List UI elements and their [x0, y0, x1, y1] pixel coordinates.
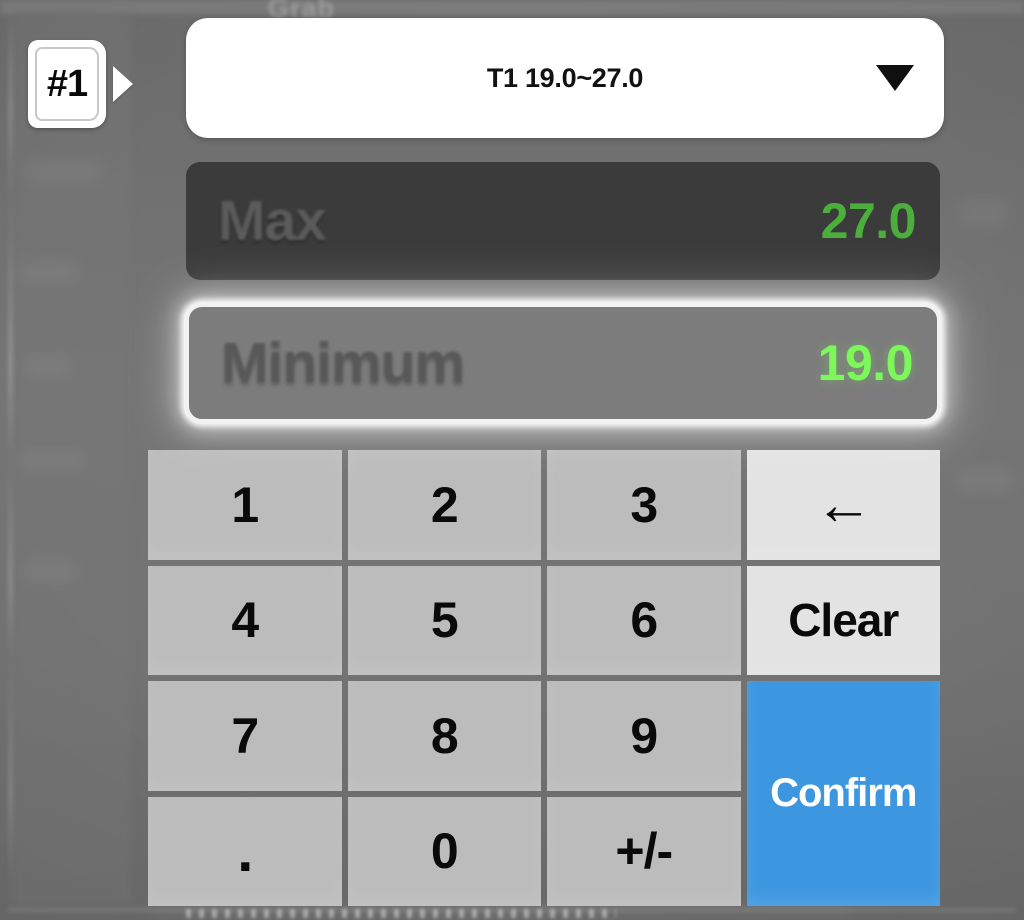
background-blob	[960, 200, 1008, 226]
key-backspace[interactable]: ←	[746, 450, 940, 560]
key-3[interactable]: 3	[547, 450, 741, 560]
chevron-down-icon[interactable]	[876, 65, 914, 91]
triangle-right-icon	[113, 66, 133, 102]
field-minimum-label: Minimum	[221, 331, 465, 395]
key-5-label: 5	[430, 592, 459, 649]
key-confirm-label: Confirm	[770, 771, 917, 815]
key-sign[interactable]: +/-	[547, 796, 741, 906]
key-decimal[interactable]: .	[148, 796, 342, 906]
key-6[interactable]: 6	[547, 565, 741, 675]
backspace-arrow-icon: ←	[814, 471, 873, 537]
key-4[interactable]: 4	[148, 565, 342, 675]
key-clear-label: Clear	[788, 594, 899, 647]
key-7-label: 7	[231, 707, 259, 764]
key-clear[interactable]: Clear	[746, 565, 940, 675]
key-2-label: 2	[430, 476, 459, 533]
key-1-label: 1	[231, 476, 259, 533]
key-0-label: 0	[430, 823, 459, 880]
channel-tab-marker[interactable]: #1	[28, 40, 133, 128]
numeric-entry-overlay: Grab #1 T1 19.0~27.0 Max 27.0 Minimum 19…	[0, 0, 1024, 920]
key-6-label: 6	[630, 592, 658, 649]
key-decimal-label: .	[237, 818, 253, 884]
field-minimum-value: 19.0	[817, 335, 914, 391]
channel-tab-chip[interactable]: #1	[28, 40, 106, 128]
key-0[interactable]: 0	[347, 796, 541, 906]
background-blob	[150, 905, 850, 915]
key-2[interactable]: 2	[347, 450, 541, 560]
key-9[interactable]: 9	[547, 681, 741, 791]
field-minimum[interactable]: Minimum 19.0	[184, 302, 942, 424]
background-blob	[955, 470, 1013, 490]
background-left-rail	[8, 0, 13, 920]
background-blob	[20, 450, 86, 470]
field-max-value: 27.0	[820, 193, 917, 249]
range-select-value: T1 19.0~27.0	[486, 62, 644, 93]
background-bottom-dots	[186, 909, 616, 918]
background-left-panel	[13, 14, 131, 904]
background-blob	[22, 560, 76, 582]
key-confirm[interactable]: Confirm	[746, 681, 940, 906]
key-9-label: 9	[630, 707, 658, 764]
field-max[interactable]: Max 27.0	[186, 162, 940, 280]
background-blob	[24, 160, 102, 184]
key-8[interactable]: 8	[347, 681, 541, 791]
background-top-bar	[0, 0, 1024, 14]
background-blob	[24, 355, 72, 377]
key-1[interactable]: 1	[148, 450, 342, 560]
key-sign-label: +/-	[615, 823, 673, 880]
key-8-label: 8	[430, 707, 459, 764]
key-7[interactable]: 7	[148, 681, 342, 791]
background-blob	[18, 262, 78, 282]
channel-tab-label: #1	[46, 62, 88, 105]
field-max-label: Max	[218, 189, 327, 253]
numeric-keypad: 1 2 3 ← 4 5 6 Clear 7 8 9 Confirm. 0 +/-	[148, 450, 940, 906]
key-4-label: 4	[231, 592, 259, 649]
key-3-label: 3	[630, 476, 658, 533]
key-5[interactable]: 5	[347, 565, 541, 675]
background-bottom-bar	[8, 908, 1016, 912]
range-select-dropdown[interactable]: T1 19.0~27.0	[186, 18, 944, 138]
